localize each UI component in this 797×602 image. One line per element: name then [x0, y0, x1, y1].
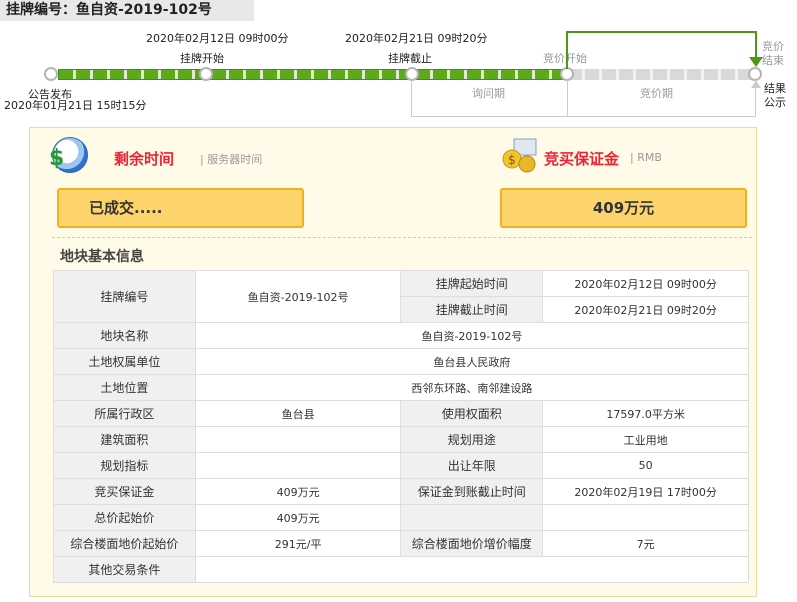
cell-label: 综合楼面地价增价幅度 — [400, 530, 544, 557]
money-bag-icon: $ — [502, 138, 537, 173]
cell-label: 土地位置 — [53, 374, 196, 401]
divider — [52, 237, 752, 238]
cell-value — [542, 504, 749, 531]
cell-value: 409万元 — [194, 478, 402, 505]
bidding-start-node — [560, 67, 574, 81]
cell-value: 409万元 — [194, 504, 402, 531]
cell-label: 规划指标 — [53, 452, 196, 479]
connector-line — [566, 31, 757, 33]
table-row: 总价起始价 409万元 — [53, 504, 749, 531]
cell-value: 2020年02月21日 09时20分 — [542, 296, 749, 323]
section-title: 地块基本信息 — [60, 249, 144, 265]
arrow-down-icon — [749, 57, 763, 67]
deposit-unit: | RMB — [630, 151, 662, 164]
cell-value: 工业用地 — [542, 426, 749, 453]
deposit-title: 竞买保证金 — [544, 150, 620, 168]
deposit-unit-text: RMB — [637, 151, 662, 164]
listing-start-node — [199, 67, 213, 81]
deposit-value: 409万元 — [592, 199, 655, 217]
svg-text:$: $ — [508, 153, 516, 167]
cell-value: 鱼自资-2019-102号 — [194, 270, 402, 323]
countdown-title: 剩余时间 — [114, 150, 175, 168]
table-row: 挂牌编号 鱼自资-2019-102号 挂牌起始时间 2020年02月12日 09… — [53, 270, 749, 323]
listing-start-time: 2020年02月12日 09时00分 — [146, 32, 289, 45]
table-row: 规划指标 出让年限 50 — [53, 452, 749, 479]
cell-label: 挂牌截止时间 — [400, 296, 544, 323]
bidding-start-label: 竞价开始 — [543, 52, 587, 65]
cell-label: 地块名称 — [53, 322, 196, 349]
table-row: 建筑面积 规划用途 工业用地 — [53, 426, 749, 453]
cell-label: 规划用途 — [400, 426, 544, 453]
bidding-period-label: 竞价期 — [640, 87, 673, 100]
cell-label: 保证金到账截止时间 — [400, 478, 544, 505]
table-row: 竞买保证金 409万元 保证金到账截止时间 2020年02月19日 17时00分 — [53, 478, 749, 505]
server-time-text: 服务器时间 — [207, 153, 263, 166]
countdown-value: 已成交..... — [89, 199, 163, 217]
cell-value — [194, 426, 402, 453]
announcement-node — [44, 67, 58, 81]
cell-label: 综合楼面地价起始价 — [53, 530, 196, 557]
bidding-end-node — [748, 67, 762, 81]
inquiry-period-label: 询问期 — [472, 87, 505, 100]
table-row: 土地权属单位 鱼台县人民政府 — [53, 348, 750, 375]
table-row: 地块名称 鱼自资-2019-102号 — [53, 322, 750, 349]
cell-label: 其他交易条件 — [53, 556, 196, 583]
clock-money-icon — [49, 137, 88, 173]
cell-label: 土地权属单位 — [53, 348, 196, 375]
progress-completed — [58, 69, 568, 80]
table-row: 其他交易条件 — [53, 556, 750, 583]
connector-line — [566, 31, 568, 69]
cell-value: 鱼台县 — [194, 400, 402, 427]
cell-label: 出让年限 — [400, 452, 544, 479]
connector-line — [755, 31, 757, 59]
listing-end-node — [405, 67, 419, 81]
table-row: 土地位置 西邻东环路、南邻建设路 — [53, 374, 750, 401]
result-label: 结果公示 — [764, 82, 786, 109]
listing-end-time: 2020年02月21日 09时20分 — [345, 32, 488, 45]
announcement-time: 2020年01月21日 15时15分 — [4, 99, 147, 112]
auction-panel: 剩余时间 | 服务器时间 已成交..... $ 竞买保证金 | RMB 409万… — [29, 127, 757, 597]
cell-label: 竞买保证金 — [53, 478, 196, 505]
arrow-up-icon — [751, 80, 761, 88]
cell-value: 鱼自资-2019-102号 — [194, 322, 750, 349]
cell-label — [400, 504, 544, 531]
cell-value: 17597.0平方米 — [542, 400, 749, 427]
cell-label: 总价起始价 — [53, 504, 196, 531]
deposit-box: 409万元 — [500, 188, 747, 228]
cell-value: 291元/平 — [194, 530, 402, 557]
cell-value — [194, 452, 402, 479]
countdown-box: 已成交..... — [57, 188, 304, 228]
progress-remaining — [568, 69, 752, 80]
listing-start-label: 挂牌开始 — [180, 52, 224, 65]
table-row: 综合楼面地价起始价 291元/平 综合楼面地价增价幅度 7元 — [53, 530, 749, 557]
cell-value: 西邻东环路、南邻建设路 — [194, 374, 750, 401]
bidding-end-label: 竞价结束 — [762, 40, 784, 67]
cell-label: 使用权面积 — [400, 400, 544, 427]
page-title: 挂牌编号：鱼自资-2019-102号 — [0, 0, 254, 21]
cell-value — [194, 556, 750, 583]
listing-end-label: 挂牌截止 — [388, 52, 432, 65]
parcel-info-table: 挂牌编号 鱼自资-2019-102号 挂牌起始时间 2020年02月12日 09… — [53, 270, 750, 583]
cell-label: 所属行政区 — [53, 400, 196, 427]
cell-value: 50 — [542, 452, 749, 479]
cell-label: 挂牌编号 — [53, 270, 196, 323]
cell-value: 2020年02月19日 17时00分 — [542, 478, 749, 505]
cell-value: 2020年02月12日 09时00分 — [542, 270, 749, 297]
cell-label: 建筑面积 — [53, 426, 196, 453]
cell-value: 鱼台县人民政府 — [194, 348, 750, 375]
table-row: 所属行政区 鱼台县 使用权面积 17597.0平方米 — [53, 400, 749, 427]
server-time-label: | 服务器时间 — [200, 153, 263, 166]
cell-value: 7元 — [542, 530, 749, 557]
phase-bracket — [411, 80, 756, 117]
cell-label: 挂牌起始时间 — [400, 270, 544, 297]
